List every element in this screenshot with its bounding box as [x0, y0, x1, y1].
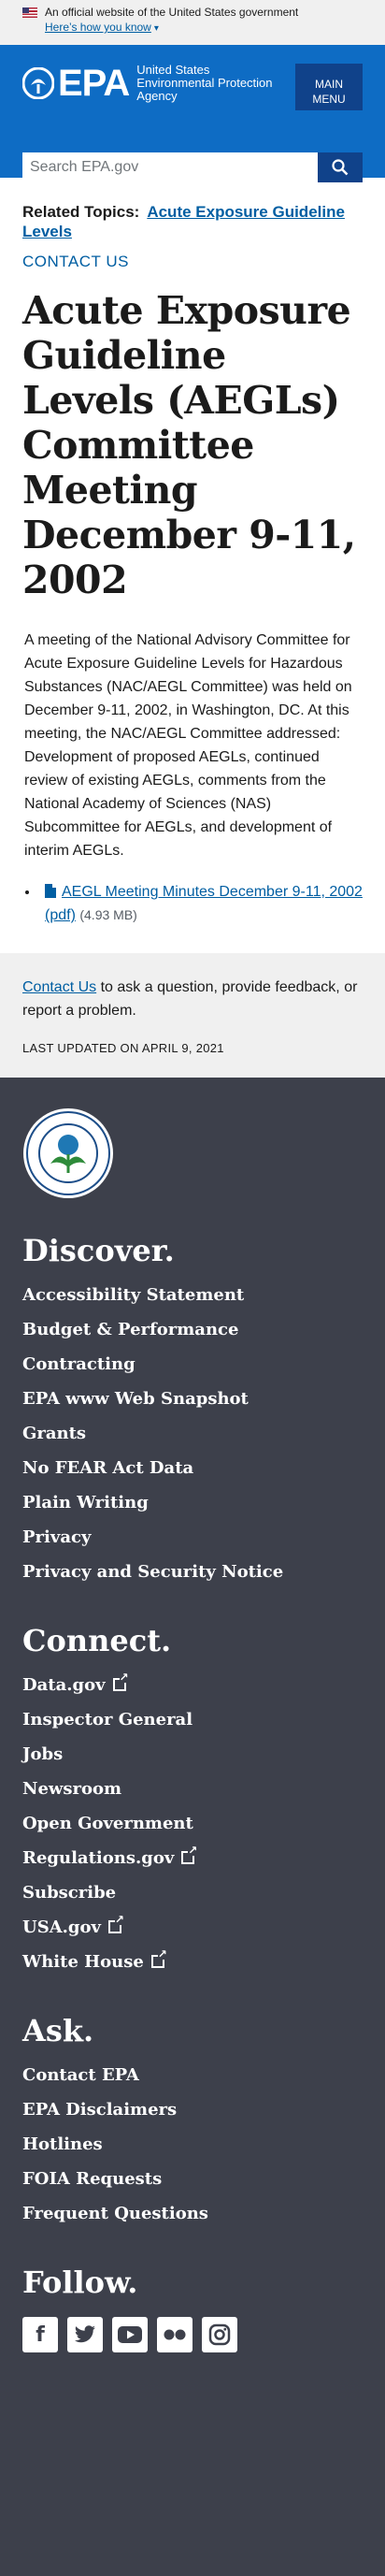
gov-banner: An official website of the United States…	[0, 0, 385, 45]
footer-link-jobs[interactable]: Jobs	[22, 1744, 63, 1764]
site-footer: Discover. Accessibility Statement Budget…	[0, 1078, 385, 2576]
epa-flower-icon	[22, 67, 54, 99]
footer-link-open-government[interactable]: Open Government	[22, 1814, 193, 1833]
external-link-icon	[181, 1845, 198, 1864]
footer-link-usa-gov[interactable]: USA.gov	[22, 1914, 124, 1937]
footer-link-inspector-general[interactable]: Inspector General	[22, 1710, 192, 1729]
epa-seal-icon	[23, 1108, 113, 1198]
logo-text: EPA	[58, 63, 130, 104]
feedback-section: Contact Us to ask a question, provide fe…	[0, 953, 385, 1078]
discover-heading: Discover.	[22, 1233, 175, 1268]
footer-link-no-fear[interactable]: No FEAR Act Data	[22, 1458, 193, 1478]
footer-link-subscribe[interactable]: Subscribe	[22, 1883, 116, 1903]
agency-name: United States Environmental Protection A…	[136, 63, 273, 103]
gov-banner-text: An official website of the United States…	[45, 6, 299, 19]
footer-link-disclaimers[interactable]: EPA Disclaimers	[22, 2100, 177, 2120]
search-button[interactable]	[318, 152, 363, 182]
external-link-icon	[112, 1672, 129, 1691]
file-size: (4.93 MB)	[79, 907, 137, 922]
footer-link-web-snapshot[interactable]: EPA www Web Snapshot	[22, 1389, 249, 1409]
footer-link-foia[interactable]: FOIA Requests	[22, 2169, 162, 2189]
footer-link-privacy-security[interactable]: Privacy and Security Notice	[22, 1562, 283, 1582]
chevron-down-icon: ▾	[153, 23, 159, 34]
footer-link-regulations-gov[interactable]: Regulations.gov	[22, 1845, 198, 1868]
footer-link-privacy[interactable]: Privacy	[22, 1527, 91, 1547]
footer-link-accessibility[interactable]: Accessibility Statement	[22, 1285, 244, 1305]
list-item: AEGL Meeting Minutes December 9-11, 2002…	[39, 881, 363, 927]
footer-link-contact-epa[interactable]: Contact EPA	[22, 2065, 139, 2085]
footer-link-contracting[interactable]: Contracting	[22, 1354, 135, 1374]
search-input[interactable]	[22, 152, 318, 182]
follow-heading: Follow.	[22, 2265, 138, 2300]
page-title: Acute Exposure Guideline Levels (AEGLs) …	[22, 288, 356, 602]
instagram-icon[interactable]	[202, 2317, 237, 2352]
file-icon	[45, 884, 56, 898]
ask-list: Contact EPA EPA Disclaimers Hotlines FOI…	[22, 2058, 363, 2231]
search-icon	[332, 159, 349, 176]
search-form	[22, 152, 363, 182]
footer-link-plain-writing[interactable]: Plain Writing	[22, 1493, 149, 1512]
feedback-text: Contact Us to ask a question, provide fe…	[22, 979, 358, 1019]
external-link-icon	[107, 1914, 124, 1933]
discover-list: Accessibility Statement Budget & Perform…	[22, 1278, 363, 1589]
main-menu-button[interactable]: MAIN MENU	[295, 64, 363, 110]
last-updated: LAST UPDATED ON APRIL 9, 2021	[22, 1041, 224, 1055]
feedback-contact-us-link[interactable]: Contact Us	[22, 979, 96, 995]
meeting-description: A meeting of the National Advisory Commi…	[24, 632, 352, 859]
related-topics: Related Topics: Acute Exposure Guideline …	[22, 202, 363, 241]
footer-link-faq[interactable]: Frequent Questions	[22, 2204, 208, 2223]
social-links: f	[22, 2317, 363, 2352]
footer-link-grants[interactable]: Grants	[22, 1424, 86, 1443]
main-content: Related Topics: Acute Exposure Guideline …	[0, 202, 385, 927]
flickr-icon[interactable]	[157, 2317, 192, 2352]
related-topics-label: Related Topics:	[22, 203, 140, 221]
us-flag-icon	[22, 7, 37, 18]
connect-heading: Connect.	[22, 1623, 172, 1658]
contact-us-link[interactable]: CONTACT US	[22, 253, 363, 271]
footer-link-white-house[interactable]: White House	[22, 1948, 167, 1972]
heres-how-you-know-link[interactable]: Here’s how you know ▾	[45, 21, 159, 34]
youtube-icon[interactable]	[112, 2317, 148, 2352]
ask-heading: Ask.	[22, 2013, 94, 2048]
footer-link-data-gov[interactable]: Data.gov	[22, 1672, 129, 1695]
footer-link-budget[interactable]: Budget & Performance	[22, 1320, 238, 1339]
connect-list: Data.gov Inspector General Jobs Newsroom…	[22, 1668, 363, 1979]
file-list: AEGL Meeting Minutes December 9-11, 2002…	[22, 881, 363, 927]
external-link-icon	[150, 1948, 167, 1968]
twitter-icon[interactable]	[67, 2317, 103, 2352]
footer-link-hotlines[interactable]: Hotlines	[22, 2135, 103, 2154]
footer-link-newsroom[interactable]: Newsroom	[22, 1779, 121, 1799]
facebook-icon[interactable]: f	[22, 2317, 58, 2352]
site-header: EPA United States Environmental Protecti…	[0, 45, 385, 182]
